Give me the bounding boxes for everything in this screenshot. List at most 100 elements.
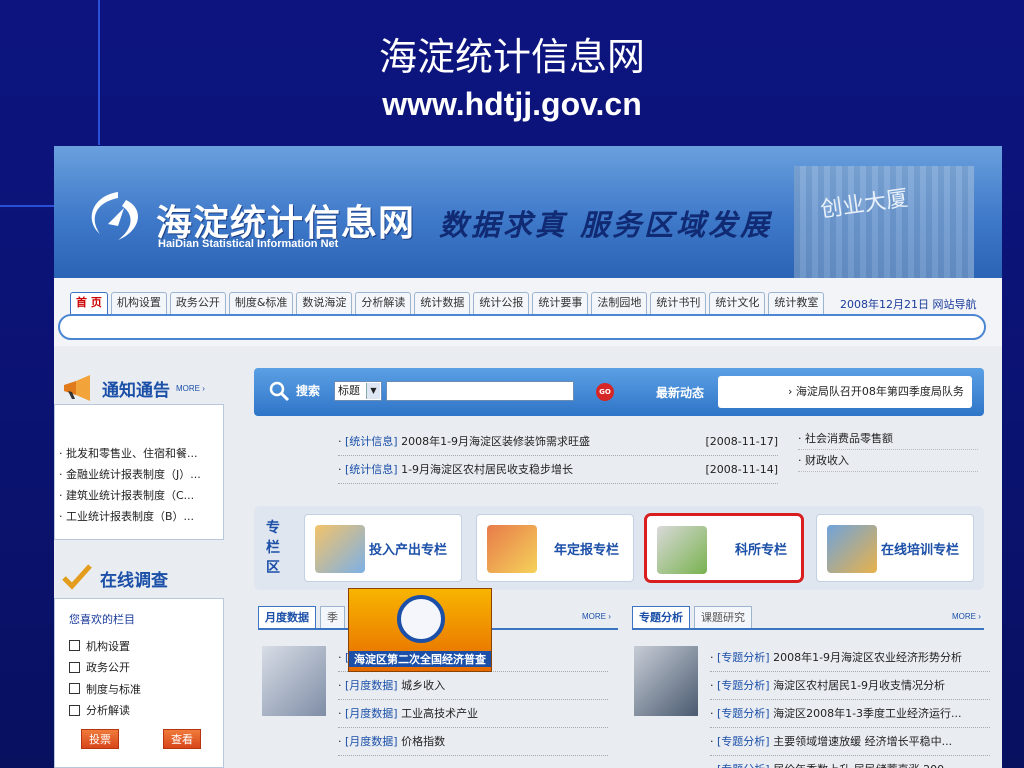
- nav-area: 首 页机构设置 政务公开 制度&标准 数说海淀 分析解读 统计数据 统计公报 统计要事 法制园地…: [54, 278, 1002, 346]
- computer-icon: [827, 525, 877, 573]
- census-badge[interactable]: 海淀区第二次全国经济普查: [348, 588, 492, 672]
- month-data-title[interactable]: 工业高技术产业: [401, 707, 478, 720]
- nav-tab-12[interactable]: 统计教室: [768, 292, 825, 314]
- topic-category[interactable]: [专题分析]: [717, 707, 770, 720]
- checkbox[interactable]: [69, 640, 80, 652]
- month-data-title[interactable]: 城乡收入: [401, 679, 445, 692]
- column-card-annual[interactable]: 年定报专栏: [476, 514, 634, 582]
- news-title[interactable]: 2008年1-9月海淀区装修装饰需求旺盛: [401, 435, 590, 448]
- nav-tab-0[interactable]: 首 页: [70, 292, 108, 314]
- topic-title[interactable]: 主要领域增速放缓 经济增长平稳中...: [773, 735, 952, 748]
- column-card-training[interactable]: 在线培训专栏: [816, 514, 974, 582]
- month-more-link[interactable]: MORE ›: [582, 612, 611, 621]
- nav-tab-6[interactable]: 统计数据: [414, 292, 471, 314]
- news-item[interactable]: · [统计信息] 2008年1-9月海淀区装修装饰需求旺盛 [2008-11-17…: [338, 428, 778, 456]
- notice-item[interactable]: · 工业统计报表制度（B）...: [59, 506, 225, 527]
- topic-item[interactable]: · [专题分析] 海淀区2008年1-3季度工业经济运行...: [710, 700, 990, 728]
- topic-category[interactable]: [专题分析]: [717, 735, 770, 748]
- search-go-button[interactable]: GO: [596, 383, 614, 401]
- nav-tab-4[interactable]: 数说海淀: [296, 292, 353, 314]
- view-button[interactable]: 查看: [163, 729, 201, 749]
- side-item-text: 社会消费品零售额: [805, 432, 893, 445]
- column-card-io[interactable]: 投入产出专栏: [304, 514, 462, 582]
- topic-category[interactable]: [专题分析]: [717, 651, 770, 664]
- topic-title[interactable]: 海淀区2008年1-3季度工业经济运行...: [773, 707, 961, 720]
- nav-tab-1[interactable]: 机构设置: [110, 292, 167, 314]
- topic-title[interactable]: 2008年1-9月海淀区农业经济形势分析: [773, 651, 962, 664]
- month-data-item[interactable]: · [月度数据] 城乡收入: [338, 672, 608, 700]
- survey-option[interactable]: 分析解读: [69, 700, 141, 722]
- topic-tabs: 专题分析 课题研究: [632, 606, 752, 628]
- vote-button[interactable]: 投票: [81, 729, 119, 749]
- nav-tab-8[interactable]: 统计要事: [532, 292, 589, 314]
- page-body: 通知通告 MORE › · 批发和零售业、住宿和餐... · 金融业统计报表制度（…: [54, 346, 1002, 768]
- tab-research[interactable]: 课题研究: [694, 606, 752, 628]
- column-zone: 专栏区 投入产出专栏 年定报专栏 科所专栏 在线培训专栏: [254, 506, 984, 590]
- checkbox[interactable]: [69, 683, 80, 695]
- survey-option[interactable]: 机构设置: [69, 635, 141, 657]
- nav-tab-2[interactable]: 政务公开: [169, 292, 226, 314]
- nav-tabs: 首 页机构设置 政务公开 制度&标准 数说海淀 分析解读 统计数据 统计公报 统计要事 法制园地…: [70, 292, 825, 314]
- side-item[interactable]: · 财政收入: [798, 450, 978, 472]
- topic-item[interactable]: · [专题分析] 2008年1-9月海淀区农业经济形势分析: [710, 644, 990, 672]
- topic-title[interactable]: 居价年季数上升 居民储蓄直涨 200...: [773, 763, 954, 768]
- search-field-select[interactable]: 标题 ▼: [334, 381, 382, 401]
- search-input[interactable]: [386, 381, 574, 401]
- pen-image: [262, 646, 326, 716]
- news-date: [2008-11-17]: [705, 435, 778, 448]
- month-data-category[interactable]: [月度数据]: [345, 707, 398, 720]
- survey-option[interactable]: 制度与标准: [69, 678, 141, 700]
- month-data-category[interactable]: [月度数据]: [345, 679, 398, 692]
- topic-more-link[interactable]: MORE ›: [952, 612, 981, 621]
- survey-option-label: 制度与标准: [86, 682, 141, 696]
- topic-item[interactable]: · [专题分析] 居价年季数上升 居民储蓄直涨 200...: [710, 756, 990, 768]
- checkbox[interactable]: [69, 704, 80, 716]
- nav-tab-9[interactable]: 法制园地: [591, 292, 648, 314]
- month-data-title[interactable]: 价格指数: [401, 735, 445, 748]
- nav-tab-7[interactable]: 统计公报: [473, 292, 530, 314]
- tab-quarterly-data[interactable]: 季: [320, 606, 345, 628]
- notice-item-text: 建筑业统计报表制度（C...: [66, 489, 195, 502]
- month-tabs: 月度数据 季: [258, 606, 345, 628]
- notice-item[interactable]: · 建筑业统计报表制度（C...: [59, 485, 225, 506]
- news-category[interactable]: [统计信息]: [345, 435, 398, 448]
- notice-title: 通知通告: [102, 380, 170, 401]
- search-label: 搜索: [296, 384, 321, 398]
- column-card-science[interactable]: 科所专栏: [644, 513, 804, 583]
- news-title[interactable]: 1-9月海淀区农村居民收支稳步增长: [401, 463, 573, 476]
- latest-label: 最新动态: [656, 386, 705, 400]
- notice-item[interactable]: · 金融业统计报表制度（J）...: [59, 464, 225, 485]
- latest-news-ticker[interactable]: › 海淀局队召开08年第四季度局队务: [718, 376, 972, 408]
- topic-category[interactable]: [专题分析]: [717, 763, 770, 768]
- month-data-item[interactable]: · [月度数据] 价格指数: [338, 728, 608, 756]
- website-screenshot: 海淀统计信息网 HaiDian Statistical Information …: [54, 146, 1002, 768]
- news-item[interactable]: · [统计信息] 1-9月海淀区农村居民收支稳步增长 [2008-11-14]: [338, 456, 778, 484]
- news-category[interactable]: [统计信息]: [345, 463, 398, 476]
- tab-topic-analysis[interactable]: 专题分析: [632, 606, 690, 628]
- notice-more-link[interactable]: MORE ›: [176, 384, 205, 393]
- topic-category[interactable]: [专题分析]: [717, 679, 770, 692]
- month-data-item[interactable]: · [月度数据] 工业高技术产业: [338, 700, 608, 728]
- chart-icon: [487, 525, 537, 573]
- nav-tab-11[interactable]: 统计文化: [709, 292, 766, 314]
- meeting-image: [634, 646, 698, 716]
- column-card-label: 在线培训专栏: [880, 542, 959, 558]
- checkmark-icon: [62, 564, 92, 590]
- side-item[interactable]: · 社会消费品零售额: [798, 428, 978, 450]
- side-list: · 社会消费品零售额 · 财政收入: [798, 428, 978, 472]
- survey-option[interactable]: 政务公开: [69, 657, 141, 679]
- logo-icon: [91, 192, 138, 240]
- notice-item[interactable]: · 批发和零售业、住宿和餐...: [59, 443, 225, 464]
- nav-date[interactable]: 2008年12月21日 网站导航: [840, 296, 976, 312]
- tab-monthly-data[interactable]: 月度数据: [258, 606, 316, 628]
- notice-item-text: 工业统计报表制度（B）...: [66, 510, 195, 523]
- month-data-category[interactable]: [月度数据]: [345, 735, 398, 748]
- topic-title[interactable]: 海淀区农村居民1-9月收支情况分析: [773, 679, 945, 692]
- survey-question: 您喜欢的栏目: [69, 613, 135, 626]
- nav-tab-5[interactable]: 分析解读: [355, 292, 412, 314]
- nav-tab-3[interactable]: 制度&标准: [228, 292, 294, 314]
- nav-tab-10[interactable]: 统计书刊: [650, 292, 707, 314]
- checkbox[interactable]: [69, 661, 80, 673]
- topic-item[interactable]: · [专题分析] 主要领域增速放缓 经济增长平稳中...: [710, 728, 990, 756]
- topic-item[interactable]: · [专题分析] 海淀区农村居民1-9月收支情况分析: [710, 672, 990, 700]
